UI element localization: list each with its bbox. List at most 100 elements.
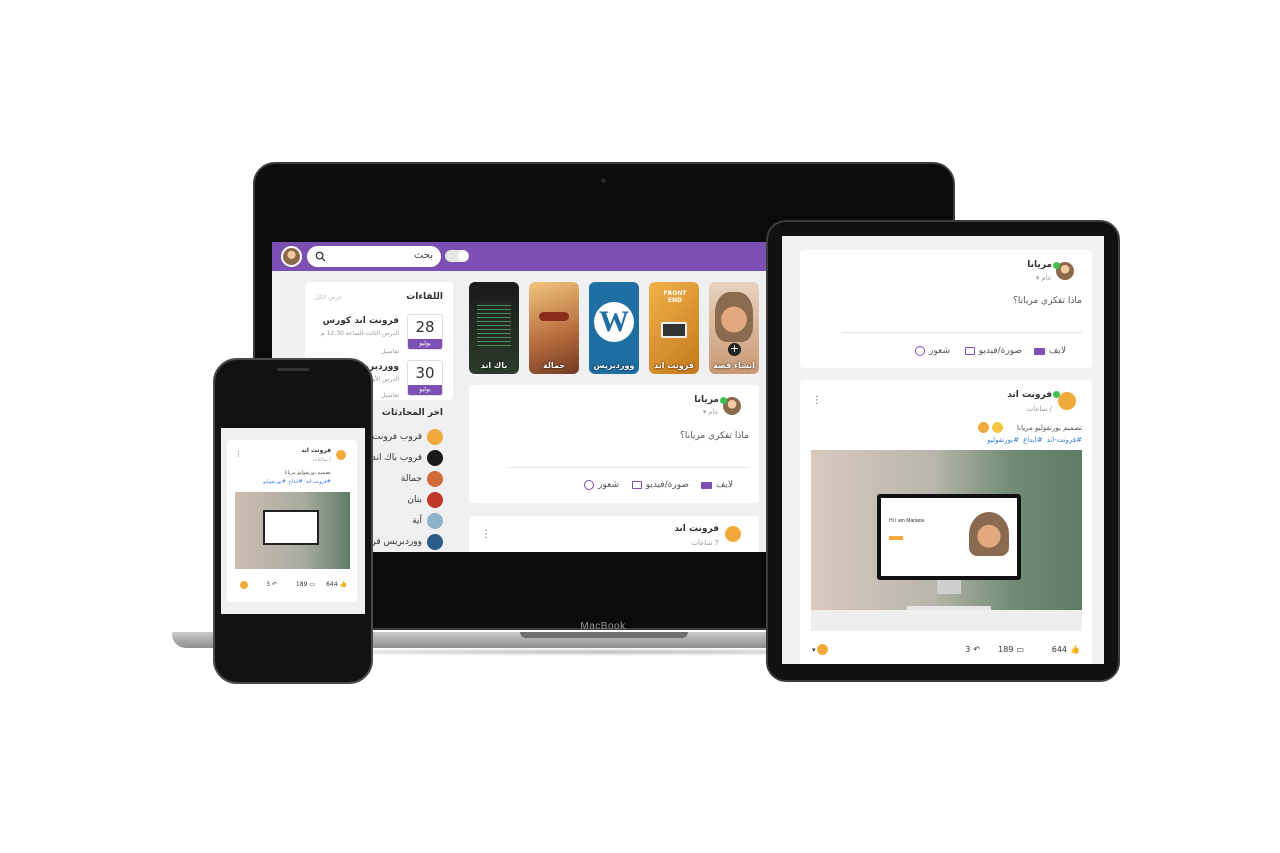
- see-all-link[interactable]: عرض الكل: [315, 294, 342, 301]
- hashtag[interactable]: #بورتفوليو: [987, 436, 1019, 444]
- theme-toggle[interactable]: [445, 250, 469, 262]
- laptop-icon: [661, 322, 687, 338]
- hashtag[interactable]: #ابداع: [289, 479, 303, 485]
- comment-count[interactable]: 189 ▭: [296, 581, 315, 588]
- comments-value: 189: [295, 581, 308, 588]
- search-box[interactable]: بحث: [307, 246, 441, 267]
- more-options-icon[interactable]: ⋮: [481, 529, 491, 540]
- story-label: جمالة: [543, 361, 565, 370]
- meeting-details-link[interactable]: تفاصيل: [381, 348, 399, 355]
- date-month: يوليو: [408, 339, 442, 349]
- chat-name: بنان: [407, 494, 422, 505]
- meeting-details-link[interactable]: تفاصيل: [381, 392, 399, 399]
- mock-portrait: [969, 512, 1009, 556]
- post-image[interactable]: Hi I am Mariana: [811, 450, 1082, 631]
- story-wordpress[interactable]: W ووردبريس: [589, 282, 639, 374]
- monitor-screen: Hi I am Mariana: [881, 498, 1017, 576]
- laptop-camera: [601, 178, 606, 183]
- share-count[interactable]: 3 ↶: [266, 581, 277, 588]
- share-icon: ↶: [973, 645, 980, 654]
- device-brand: MacBook: [580, 621, 626, 632]
- date-day: 28: [415, 318, 435, 336]
- thumbs-up-icon: 👍: [339, 581, 347, 588]
- emoji-reactions: [978, 422, 1003, 433]
- privacy-label: عام: [1041, 274, 1052, 282]
- post-image[interactable]: [235, 492, 350, 569]
- post-time: / ساعات: [312, 457, 331, 463]
- photo-video-button[interactable]: صورة/فيديو: [964, 346, 1022, 356]
- meeting-date-1: 28 يوليو: [407, 314, 443, 350]
- more-options-icon[interactable]: ⋮: [812, 395, 822, 406]
- plus-icon[interactable]: +: [728, 343, 741, 356]
- top-bar: بحث: [272, 242, 766, 271]
- meeting-title[interactable]: فرونت اند كورس: [323, 316, 399, 326]
- chevron-down-icon: ▾: [1035, 274, 1040, 282]
- live-button[interactable]: لايف: [701, 480, 733, 490]
- story-frontend[interactable]: FRONT END فرونت اند: [649, 282, 699, 374]
- phone-speaker: [277, 368, 309, 371]
- monitor-stand: [937, 580, 961, 594]
- feeling-label: شعور: [929, 346, 950, 356]
- like-count[interactable]: 644 👍: [1052, 645, 1080, 654]
- comment-icon: ▭: [1016, 645, 1024, 654]
- post-tags: #فرونت-اند #ابداع #بورتفوليو: [263, 479, 331, 485]
- composer-input[interactable]: ماذا تفكري مريانا؟: [1013, 296, 1082, 306]
- code-art: [477, 302, 511, 346]
- chat-name: جمالة: [400, 473, 422, 484]
- story-beauty[interactable]: جمالة: [529, 282, 579, 374]
- divider: [509, 467, 749, 468]
- hashtag[interactable]: #ابداع: [1023, 436, 1043, 444]
- reaction-avatar: [816, 644, 828, 655]
- story-backend[interactable]: باك اند: [469, 282, 519, 374]
- chat-name: آية: [412, 515, 422, 526]
- emoji-icon: [992, 422, 1003, 433]
- smiley-icon: [584, 480, 595, 490]
- phone-screen: فرونت اند / ساعات ⋮ تصميم بورتفوليو مريا…: [221, 428, 365, 614]
- tablet-composer: مريانا عام ▾ ماذا تفكري مريانا؟ لايف صورة…: [800, 250, 1092, 368]
- hashtag[interactable]: #فرونت-اند: [1047, 436, 1082, 444]
- share-icon: ↶: [271, 581, 277, 588]
- search-icon: [315, 251, 326, 262]
- phone-post: فرونت اند / ساعات ⋮ تصميم بورتفوليو مريا…: [227, 440, 357, 602]
- like-count[interactable]: 644 👍: [326, 581, 347, 588]
- story-avatar: [715, 292, 753, 342]
- privacy-select[interactable]: عام ▾: [703, 408, 719, 416]
- post-text: تصميم بورتفوليو مريانا: [284, 470, 331, 476]
- smiley-icon: [915, 346, 926, 356]
- video-camera-icon: [701, 481, 713, 489]
- share-count[interactable]: 3 ↶: [965, 645, 980, 654]
- hashtag[interactable]: #فرونت-اند: [306, 479, 331, 485]
- photo-video-label: صورة/فيديو: [645, 480, 689, 490]
- post-text: تصميم بورتفوليو مريانا: [1017, 424, 1082, 432]
- post-group-name: فرونت اند: [674, 524, 719, 534]
- privacy-select[interactable]: عام ▾: [1036, 274, 1052, 282]
- mock-button: [889, 536, 903, 540]
- meeting-subtitle: الدرس الثالث-الساعة 12:30 م: [320, 330, 399, 337]
- composer-input[interactable]: ماذا تفكري مريانا؟: [680, 431, 749, 441]
- comments-value: 189: [998, 645, 1014, 654]
- date-day: 30: [415, 364, 435, 382]
- feeling-button[interactable]: شعور: [915, 346, 950, 356]
- divider: [842, 332, 1082, 333]
- chat-avatar: [427, 428, 443, 445]
- more-options-icon[interactable]: ⋮: [235, 450, 242, 458]
- chat-avatar: [427, 470, 443, 487]
- shares-value: 3: [266, 581, 270, 588]
- date-month: يوليو: [408, 385, 442, 395]
- story-create[interactable]: + انشاء قصة: [709, 282, 759, 374]
- profile-avatar[interactable]: [281, 246, 302, 267]
- reaction-selector[interactable]: ▾: [812, 644, 828, 655]
- live-button[interactable]: لايف: [1034, 346, 1066, 356]
- chat-name: قروب فرونت إ: [366, 431, 422, 442]
- story-label: باك اند: [480, 361, 508, 370]
- meetings-title: اللقاءات: [406, 292, 443, 302]
- desktop-monitor: [263, 510, 319, 545]
- search-input[interactable]: بحث: [414, 250, 433, 261]
- feeling-button[interactable]: شعور: [584, 480, 619, 490]
- hashtag[interactable]: #بورتفوليو: [263, 479, 286, 485]
- chat-name: قروب باك اند: [371, 452, 422, 463]
- reaction-avatar[interactable]: [239, 580, 249, 590]
- photo-video-button[interactable]: صورة/فيديو: [631, 480, 689, 490]
- comment-count[interactable]: 189 ▭: [998, 645, 1024, 654]
- caret-down-icon: ▾: [812, 645, 816, 654]
